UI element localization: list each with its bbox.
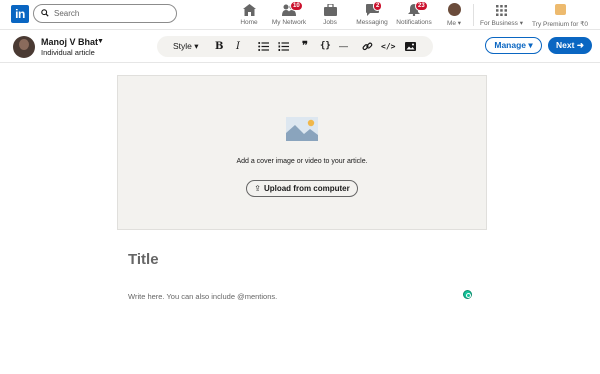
formatting-toolbar: Style ▾ B I ❞ {} — </> — [157, 36, 433, 57]
image-icon — [405, 42, 416, 51]
premium-icon — [554, 4, 566, 15]
search-box[interactable] — [33, 4, 177, 23]
chevron-down-icon[interactable]: ▼ — [97, 38, 104, 45]
nav-home[interactable]: Home — [238, 3, 260, 29]
avatar — [447, 3, 461, 16]
nav-jobs-label: Jobs — [323, 19, 337, 26]
network-badge: 10 — [290, 1, 303, 11]
image-button[interactable] — [405, 39, 416, 54]
grammarly-icon[interactable] — [463, 290, 472, 299]
nav-my-network[interactable]: 10 My Network — [270, 1, 308, 29]
upload-label: Upload from computer — [263, 184, 350, 193]
author-avatar[interactable] — [13, 36, 35, 58]
nav-home-label: Home — [240, 19, 258, 26]
nav-messaging[interactable]: 2 Messaging — [356, 1, 388, 29]
divider-button[interactable]: — — [339, 39, 348, 54]
numbered-list-button[interactable] — [278, 39, 289, 54]
quote-button[interactable]: ❞ — [302, 39, 308, 54]
cover-image-icon — [286, 115, 318, 148]
nav-try-premium-label: Try Premium for ₹0 — [532, 21, 588, 28]
nav-divider — [473, 4, 474, 26]
cover-upload-area[interactable]: Add a cover image or video to your artic… — [117, 75, 487, 230]
nav-for-business-label: For Business ▾ — [480, 20, 523, 27]
editor-header: Manoj V Bhat ▼ Individual article Style … — [0, 31, 600, 63]
upload-icon: ⇪ — [254, 184, 261, 193]
messaging-badge: 2 — [373, 1, 383, 11]
manage-button[interactable]: Manage ▾ — [485, 37, 542, 54]
bulleted-list-button[interactable] — [258, 39, 269, 54]
bell-icon: 23 — [395, 1, 433, 17]
upload-from-computer-button[interactable]: ⇪ Upload from computer — [246, 180, 358, 197]
link-button[interactable] — [362, 39, 373, 54]
cover-prompt: Add a cover image or video to your artic… — [236, 158, 368, 165]
nav-my-network-label: My Network — [271, 19, 307, 26]
top-nav: in Home 10 My Network Jobs 2 Messaging — [0, 0, 600, 30]
code-block-button[interactable]: {} — [320, 39, 331, 54]
numbered-list-icon — [278, 42, 289, 51]
code-button[interactable]: </> — [381, 39, 395, 54]
nav-me-label: Me ▾ — [446, 20, 462, 27]
nav-try-premium[interactable]: Try Premium for ₹0 — [532, 3, 588, 29]
grid-icon — [480, 3, 522, 17]
messaging-icon: 2 — [356, 1, 388, 17]
nav-notifications[interactable]: 23 Notifications — [395, 1, 433, 29]
link-icon — [362, 42, 373, 51]
article-body-input[interactable]: Write here. You can also include @mentio… — [128, 292, 277, 301]
next-button[interactable]: Next ➜ — [548, 37, 592, 54]
bulleted-list-icon — [258, 42, 269, 51]
nav-for-business[interactable]: For Business ▾ — [480, 3, 523, 29]
bold-button[interactable]: B — [215, 39, 223, 54]
nav-messaging-label: Messaging — [356, 19, 388, 26]
nav-me[interactable]: Me ▾ — [443, 3, 465, 29]
linkedin-logo[interactable]: in — [11, 5, 29, 23]
article-title-input[interactable]: Title — [128, 251, 159, 268]
nav-jobs[interactable]: Jobs — [322, 3, 338, 29]
nav-notifications-label: Notifications — [396, 19, 432, 26]
author-subtitle: Individual article — [41, 48, 95, 57]
italic-button[interactable]: I — [236, 39, 240, 54]
search-icon — [41, 9, 49, 17]
search-input[interactable] — [54, 7, 172, 20]
notifications-badge: 23 — [415, 1, 428, 11]
network-icon: 10 — [270, 1, 308, 17]
style-dropdown[interactable]: Style ▾ — [173, 39, 199, 54]
home-icon — [238, 3, 260, 17]
briefcase-icon — [322, 3, 338, 17]
author-name[interactable]: Manoj V Bhat — [41, 37, 98, 47]
